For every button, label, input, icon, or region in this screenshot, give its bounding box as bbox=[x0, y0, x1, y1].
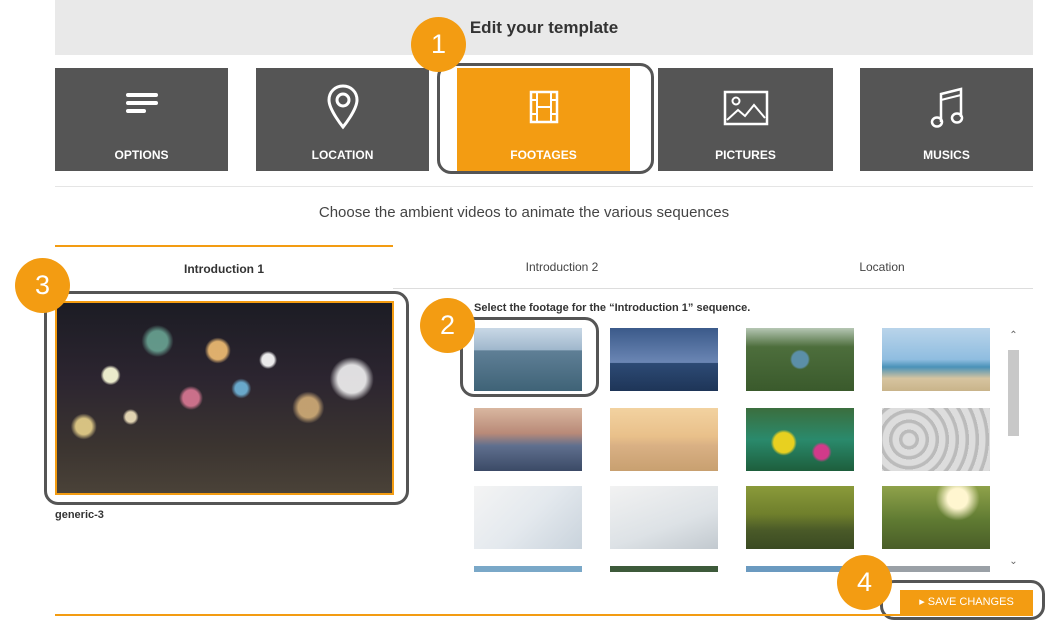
annotation-badge-4: 4 bbox=[837, 555, 892, 610]
tab-label: OPTIONS bbox=[114, 148, 169, 162]
tab-location[interactable]: LOCATION bbox=[256, 68, 429, 171]
save-changes-button[interactable]: ▸ SAVE CHANGES bbox=[900, 590, 1033, 615]
footage-scrollbar[interactable]: ⌃ ⌄ bbox=[1007, 328, 1020, 572]
footage-thumb[interactable] bbox=[610, 328, 718, 391]
annotation-badge-2: 2 bbox=[420, 298, 475, 353]
footage-thumb[interactable] bbox=[882, 328, 990, 391]
annotation-badge-1: 1 bbox=[411, 17, 466, 72]
footage-thumb[interactable] bbox=[610, 408, 718, 471]
footage-thumb[interactable] bbox=[474, 486, 582, 549]
scroll-up-icon[interactable]: ⌃ bbox=[1007, 330, 1020, 341]
section-subtitle: Choose the ambient videos to animate the… bbox=[318, 204, 730, 221]
music-icon bbox=[930, 86, 964, 135]
tab-musics[interactable]: MUSICS bbox=[860, 68, 1033, 171]
seq-tab-underline bbox=[393, 288, 1033, 289]
tab-pictures[interactable]: PICTURES bbox=[658, 68, 833, 171]
footage-thumb[interactable] bbox=[610, 486, 718, 549]
tab-options[interactable]: OPTIONS bbox=[55, 68, 228, 171]
footage-thumb[interactable] bbox=[882, 486, 990, 549]
tab-label: PICTURES bbox=[715, 148, 776, 162]
bottom-divider bbox=[55, 614, 1033, 616]
footage-thumb[interactable] bbox=[474, 408, 582, 471]
annotation-frame-1 bbox=[437, 63, 654, 174]
footage-thumb[interactable] bbox=[474, 566, 582, 572]
preview-filename: generic-3 bbox=[55, 509, 104, 521]
annotation-frame-2 bbox=[460, 317, 599, 397]
scrollbar-thumb[interactable] bbox=[1008, 350, 1019, 436]
divider bbox=[55, 186, 1033, 187]
template-header: Edit your template bbox=[55, 0, 1033, 55]
annotation-badge-3: 3 bbox=[15, 258, 70, 313]
menu-icon bbox=[125, 90, 159, 121]
seq-tab-location[interactable]: Location bbox=[731, 245, 1033, 289]
scroll-down-icon[interactable]: ⌄ bbox=[1007, 556, 1020, 567]
page-title: Edit your template bbox=[469, 18, 619, 37]
footage-thumb[interactable] bbox=[610, 566, 718, 572]
footage-thumb[interactable] bbox=[882, 566, 990, 572]
seq-tab-introduction-1[interactable]: Introduction 1 bbox=[55, 245, 393, 291]
footage-thumb[interactable] bbox=[746, 486, 854, 549]
save-button-label: SAVE CHANGES bbox=[927, 596, 1014, 608]
annotation-frame-3 bbox=[44, 291, 409, 505]
tab-label: MUSICS bbox=[923, 148, 970, 162]
tab-label: LOCATION bbox=[311, 148, 374, 162]
map-pin-icon bbox=[326, 84, 359, 135]
footage-thumb[interactable] bbox=[882, 408, 990, 471]
footage-heading: Select the footage for the “Introduction… bbox=[474, 302, 751, 314]
picture-icon bbox=[723, 90, 769, 131]
footage-thumb[interactable] bbox=[746, 328, 854, 391]
seq-tab-introduction-2[interactable]: Introduction 2 bbox=[393, 245, 731, 289]
footage-thumb[interactable] bbox=[746, 566, 854, 572]
footage-thumb[interactable] bbox=[746, 408, 854, 471]
play-arrow-icon: ▸ bbox=[919, 596, 925, 608]
